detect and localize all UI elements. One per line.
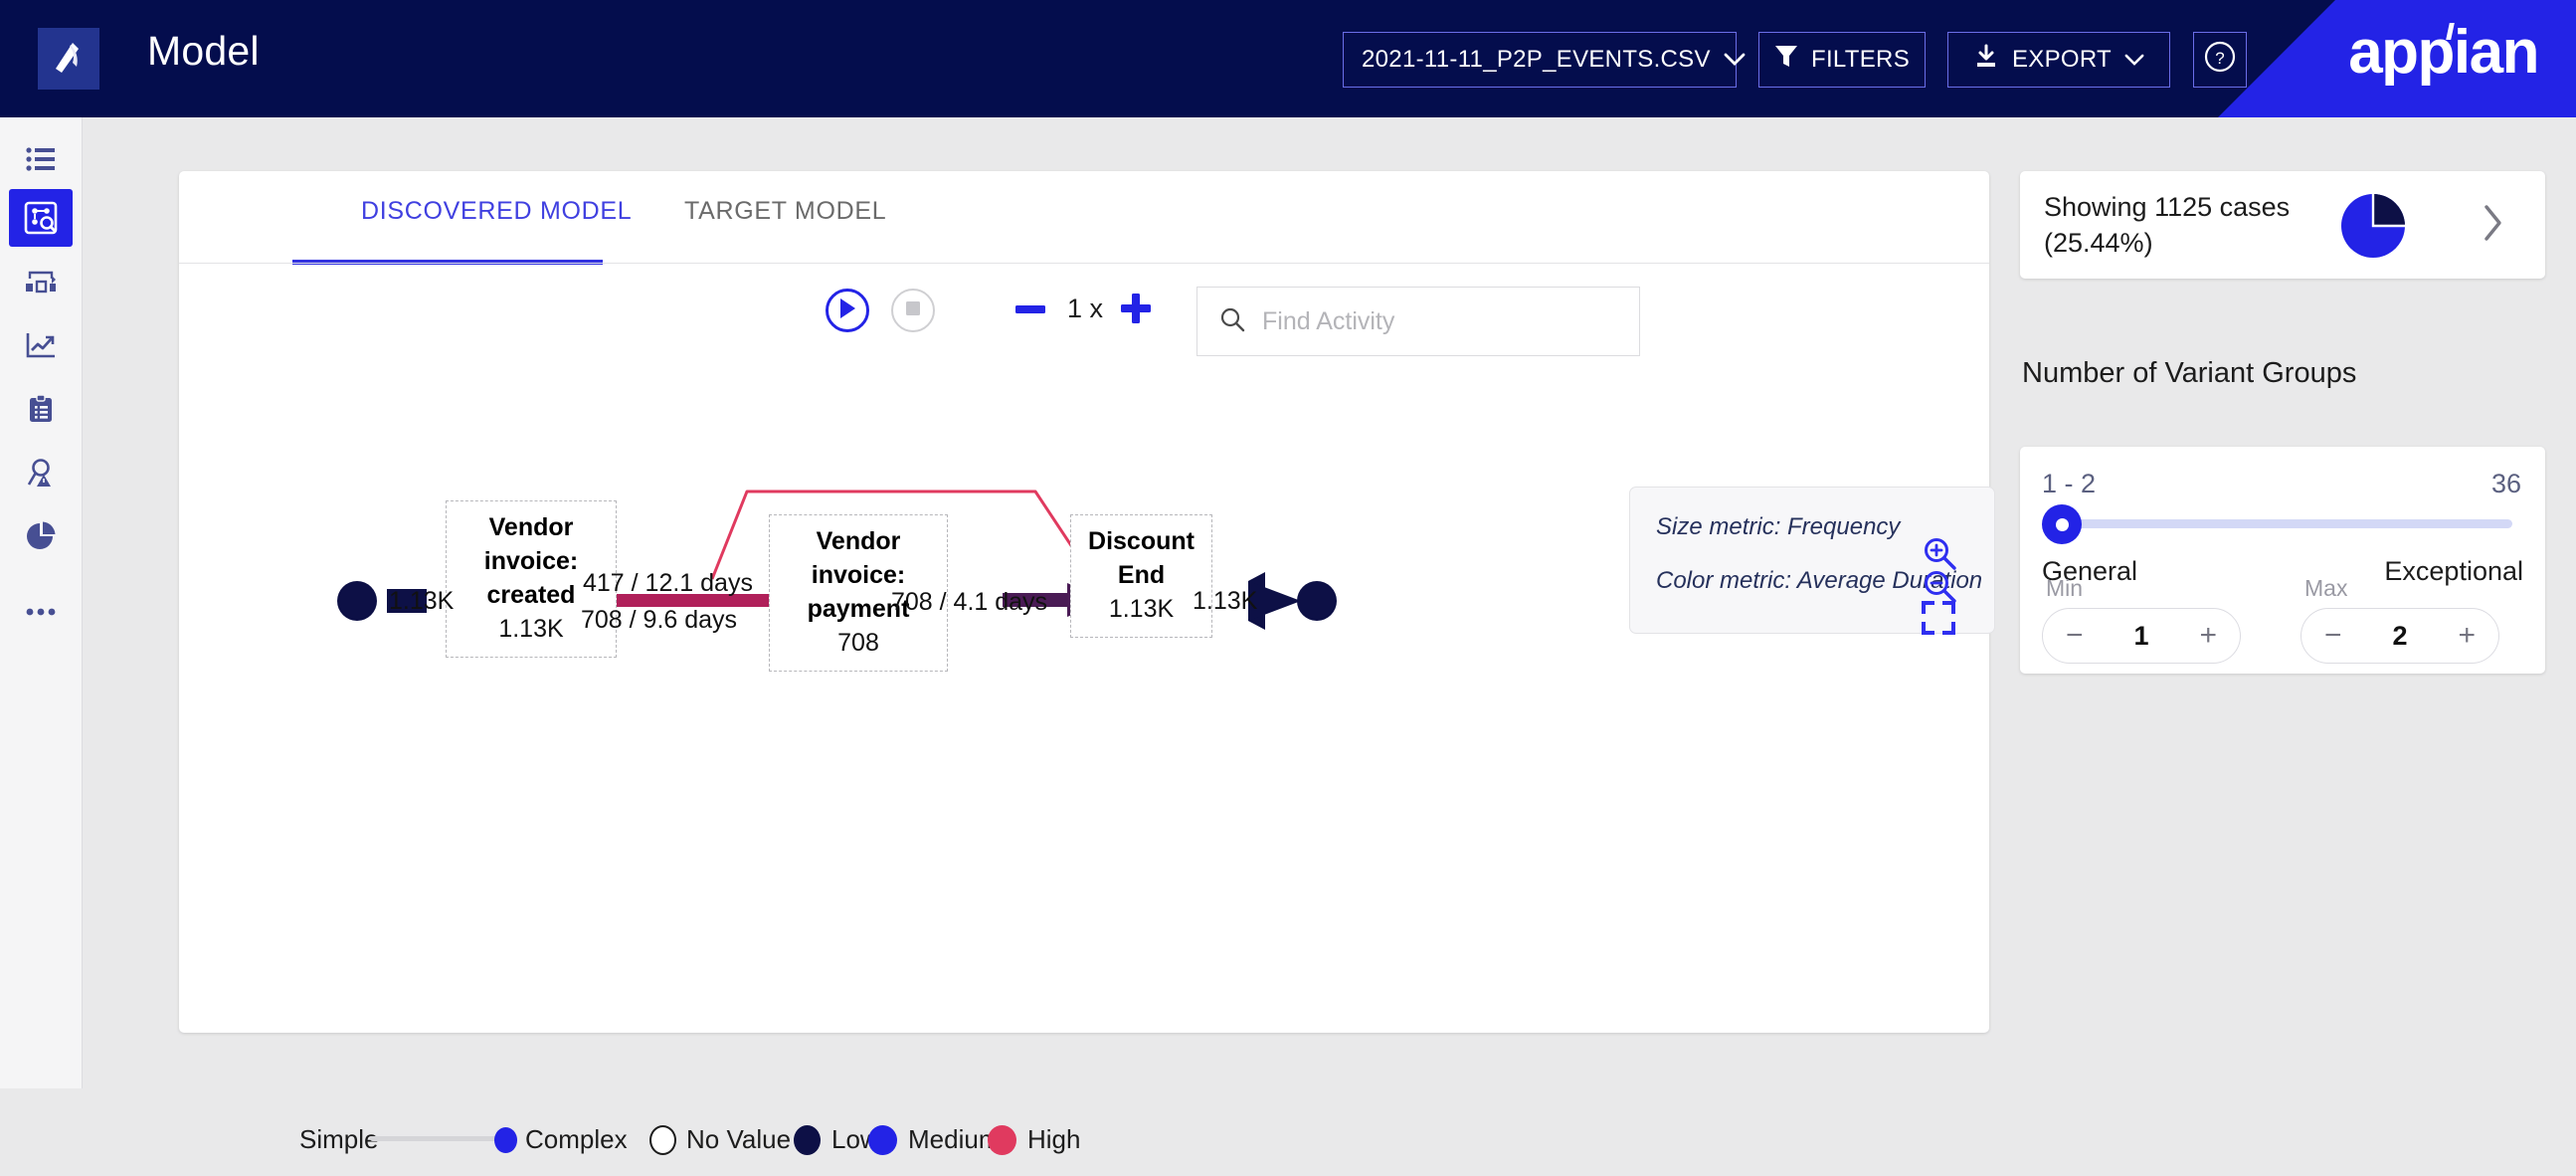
variant-groups-title: Number of Variant Groups (2022, 357, 2357, 389)
page-title: Model (147, 28, 260, 74)
process-discovery-icon (24, 201, 58, 235)
max-decrement-button[interactable]: − (2324, 621, 2342, 651)
cases-summary-line1: Showing 1125 cases (2044, 192, 2291, 222)
min-stepper-group: Min − 1 + (2042, 575, 2241, 664)
sidebar-item-analytics[interactable] (9, 316, 73, 374)
dataset-select[interactable]: 2021-11-11_P2P_EVENTS.CSV (1343, 32, 1746, 88)
edge-label-start-to-created: 1.13K (389, 587, 455, 615)
node-count: 1.13K (1108, 595, 1175, 623)
download-icon (1973, 44, 1999, 77)
app-header: Model 2021-11-11_P2P_EVENTS.CSV FILTERS … (0, 0, 2576, 117)
cases-pie-chart (2339, 192, 2407, 265)
legend-complex-label: Complex (525, 1124, 628, 1154)
node-name-line1: Discount End (1088, 527, 1195, 589)
node-name-line1: Vendor (816, 527, 901, 555)
edge-label-created-to-payment: 708 / 9.6 days (581, 606, 738, 634)
max-increment-button[interactable]: + (2458, 621, 2476, 651)
edge-label-discount-to-end: 1.13K (1193, 587, 1258, 615)
app-logo-icon (38, 28, 99, 90)
complexity-slider-track[interactable] (370, 1136, 502, 1141)
cases-summary: Showing 1125 cases (25.44%) (2044, 190, 2290, 262)
variant-groups-card: 1 - 2 36 General Exceptional Min − 1 + M… (2020, 447, 2545, 674)
brand-logo-text: appian (2348, 18, 2539, 87)
legend-simple-label: Simple (299, 1124, 379, 1154)
max-value: 2 (2392, 620, 2408, 651)
node-end (1297, 581, 1337, 621)
clipboard-icon (28, 394, 54, 424)
node-name-line1: Vendor (488, 513, 574, 541)
edge-label-payment-to-discount: 708 / 4.1 days (891, 588, 1048, 616)
fit-screen-icon[interactable] (1922, 601, 1961, 641)
sidebar-item-discovery[interactable] (9, 189, 73, 247)
help-circle-icon: ? (2203, 40, 2237, 81)
left-sidebar (0, 117, 83, 1088)
export-button-label: EXPORT (2011, 46, 2113, 73)
diagram-legend: Simple Complex No Value Low Medium High (179, 1106, 1989, 1176)
min-stepper[interactable]: − 1 + (2042, 608, 2241, 664)
edge-label-created-to-discount: 417 / 12.1 days (583, 569, 753, 597)
filters-button[interactable]: FILTERS (1758, 32, 1926, 88)
process-model-icon (25, 269, 57, 294)
process-model-diagram[interactable]: Vendor invoice: created 1.13K Vendor inv… (179, 171, 1989, 947)
chevron-right-icon[interactable] (2483, 204, 2504, 247)
legend-label-medium: Medium (908, 1124, 1001, 1154)
node-name-line2: invoice: created (483, 547, 579, 609)
conformance-icon (26, 458, 56, 488)
max-stepper[interactable]: − 2 + (2300, 608, 2499, 664)
model-canvas-card: DISCOVERED MODEL TARGET MODEL 1 x Find A… (179, 171, 1995, 1155)
chevron-down-icon (2124, 46, 2144, 74)
sidebar-item-conformance[interactable] (9, 444, 73, 501)
node-start (337, 581, 377, 621)
showing-cases-card[interactable]: Showing 1125 cases (25.44%) (2020, 171, 2545, 279)
sidebar-item-pie-chart[interactable] (9, 507, 73, 565)
legend-swatch-medium (868, 1125, 897, 1155)
min-increment-button[interactable]: + (2199, 621, 2217, 651)
list-icon (26, 147, 56, 173)
min-value: 1 (2133, 620, 2149, 651)
pie-chart-icon (26, 521, 56, 551)
legend-swatch-no-value (649, 1125, 676, 1155)
min-label: Min (2046, 575, 2084, 601)
variant-slider-thumb[interactable] (2042, 504, 2082, 544)
more-icon (26, 608, 56, 616)
svg-text:?: ? (2215, 49, 2224, 68)
sidebar-item-clipboard[interactable] (9, 380, 73, 438)
export-button[interactable]: EXPORT (1947, 32, 2170, 88)
chevron-down-icon (1724, 46, 1746, 74)
help-button[interactable]: ? (2193, 32, 2247, 88)
legend-label-no-value: No Value (686, 1124, 792, 1154)
filters-button-label: FILTERS (1811, 46, 1911, 73)
dataset-select-value: 2021-11-11_P2P_EVENTS.CSV (1362, 46, 1711, 73)
cases-summary-line2: (25.44%) (2044, 227, 2153, 258)
variant-slider-track[interactable] (2060, 519, 2512, 528)
max-label: Max (2304, 575, 2348, 601)
node-count: 708 (837, 629, 879, 657)
legend-swatch-low (794, 1125, 821, 1155)
node-label-discount-end[interactable]: Discount End 1.13K (1070, 514, 1212, 638)
legend-label-high: High (1027, 1124, 1081, 1154)
max-stepper-group: Max − 2 + (2300, 575, 2499, 664)
min-decrement-button[interactable]: − (2066, 621, 2084, 651)
sidebar-item-list[interactable] (9, 131, 73, 189)
analytics-icon (26, 331, 56, 359)
sidebar-item-process-model[interactable] (9, 253, 73, 310)
filter-icon (1774, 44, 1798, 77)
variant-range-label: 1 - 2 (2042, 469, 2097, 498)
sidebar-item-more[interactable] (9, 583, 73, 641)
slider-label-exceptional: Exceptional (2384, 556, 2523, 586)
variant-max-label: 36 (2490, 469, 2521, 498)
legend-swatch-high (988, 1125, 1016, 1155)
brand-logo: appian (2348, 17, 2539, 88)
complexity-slider-thumb[interactable] (494, 1127, 517, 1153)
